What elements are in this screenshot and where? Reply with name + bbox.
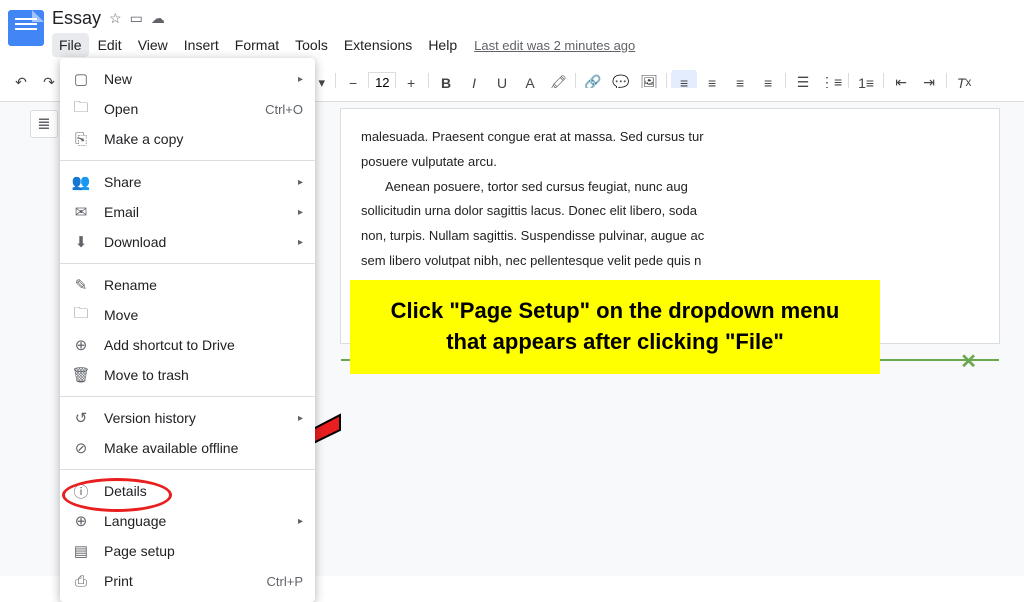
menu-email[interactable]: ✉Email▸	[60, 197, 315, 227]
move-icon[interactable]: ▭	[130, 10, 143, 27]
menu-share[interactable]: 👥Share▸	[60, 167, 315, 197]
download-icon: ⬇	[72, 233, 90, 251]
shortcut-icon: ⊕	[72, 336, 90, 354]
info-icon: ⓘ	[72, 482, 90, 500]
page-break-close-icon[interactable]: ✕	[960, 349, 977, 374]
menu-language[interactable]: ⊕Language▸	[60, 506, 315, 536]
menu-extensions[interactable]: Extensions	[337, 33, 419, 57]
menu-trash[interactable]: 🗑Move to trash	[60, 360, 315, 390]
email-icon: ✉	[72, 203, 90, 221]
menu-new[interactable]: ▢New▸	[60, 64, 315, 94]
header: Essay ☆ ▭ ☁ File Edit View Insert Format…	[0, 0, 1024, 65]
menu-view[interactable]: View	[131, 33, 175, 57]
folder-icon: 🗀	[72, 100, 90, 118]
menu-edit[interactable]: Edit	[91, 33, 129, 57]
file-dropdown: ▢New▸ 🗀OpenCtrl+O ⎘Make a copy 👥Share▸ ✉…	[60, 58, 315, 602]
star-icon[interactable]: ☆	[109, 10, 122, 27]
copy-icon: ⎘	[72, 130, 90, 148]
menu-tools[interactable]: Tools	[288, 33, 335, 57]
new-icon: ▢	[72, 70, 90, 88]
menu-offline[interactable]: ⊘Make available offline	[60, 433, 315, 463]
menu-version[interactable]: ↺Version history▸	[60, 403, 315, 433]
print-icon: ⎙	[72, 572, 90, 590]
menu-bar: File Edit View Insert Format Tools Exten…	[52, 31, 1016, 59]
cloud-icon[interactable]: ☁	[151, 10, 165, 27]
menu-download[interactable]: ⬇Download▸	[60, 227, 315, 257]
menu-move[interactable]: 🗀Move	[60, 300, 315, 330]
menu-format[interactable]: Format	[228, 33, 286, 57]
share-icon: 👥	[72, 173, 90, 191]
doc-title[interactable]: Essay	[52, 8, 101, 29]
menu-print[interactable]: ⎙PrintCtrl+P	[60, 566, 315, 596]
docs-logo[interactable]	[8, 10, 44, 46]
menu-insert[interactable]: Insert	[177, 33, 226, 57]
globe-icon: ⊕	[72, 512, 90, 530]
rename-icon: ✎	[72, 276, 90, 294]
annotation-callout: Click "Page Setup" on the dropdown menu …	[350, 280, 880, 374]
menu-copy[interactable]: ⎘Make a copy	[60, 124, 315, 154]
menu-shortcut[interactable]: ⊕Add shortcut to Drive	[60, 330, 315, 360]
page-icon: ▤	[72, 542, 90, 560]
menu-rename[interactable]: ✎Rename	[60, 270, 315, 300]
move-folder-icon: 🗀	[72, 306, 90, 324]
history-icon: ↺	[72, 409, 90, 427]
menu-open[interactable]: 🗀OpenCtrl+O	[60, 94, 315, 124]
menu-help[interactable]: Help	[421, 33, 464, 57]
last-edit[interactable]: Last edit was 2 minutes ago	[474, 38, 635, 53]
menu-pagesetup[interactable]: ▤Page setup	[60, 536, 315, 566]
trash-icon: 🗑	[72, 366, 90, 384]
menu-details[interactable]: ⓘDetails	[60, 476, 315, 506]
menu-file[interactable]: File	[52, 33, 89, 57]
outline-toggle-icon[interactable]: ≣	[30, 110, 58, 138]
offline-icon: ⊘	[72, 439, 90, 457]
